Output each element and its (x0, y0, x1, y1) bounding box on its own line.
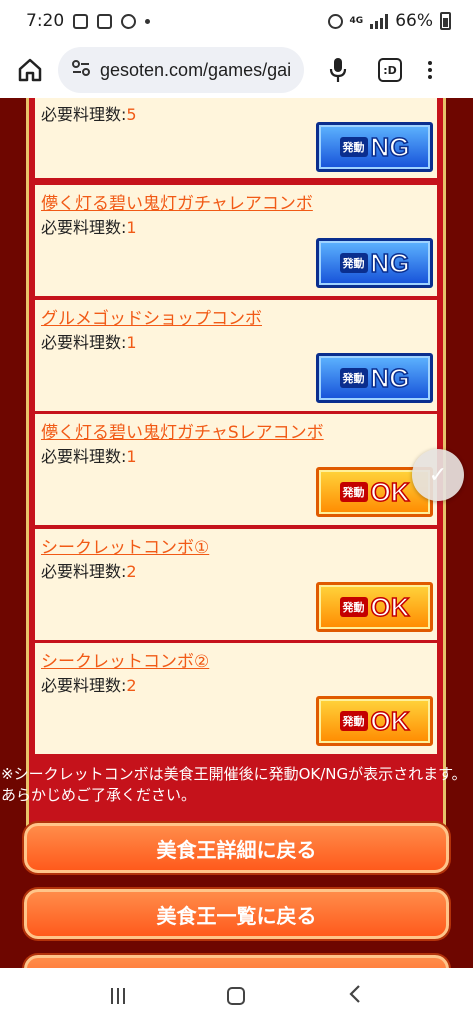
combo-title-link[interactable]: シークレットコンボ① (41, 533, 209, 558)
tabs-icon[interactable]: :D (378, 58, 402, 82)
combo-row: 必要料理数:5 発動 NG (35, 98, 437, 178)
signal-icon (370, 13, 389, 29)
combo-title-link[interactable]: 儚く灯る碧い鬼灯ガチャレアコンボ (41, 189, 313, 214)
required-count: 必要料理数:1 (41, 218, 137, 237)
back-icon[interactable] (348, 984, 362, 1008)
combo-row: 儚く灯る碧い鬼灯ガチャSレアコンボ 必要料理数:1 発動 OK (35, 414, 437, 525)
required-count: 必要料理数:1 (41, 333, 137, 352)
combo-row: シークレットコンボ② 必要料理数:2 発動 OK (35, 643, 437, 754)
status-badge-ng: 発動 NG (316, 238, 433, 288)
image-icon (73, 13, 89, 29)
combo-title-link[interactable]: シークレットコンボ② (41, 647, 209, 672)
required-count: 必要料理数:1 (41, 447, 137, 466)
combo-row: シークレットコンボ① 必要料理数:2 発動 OK (35, 529, 437, 640)
system-nav-bar (0, 968, 473, 1024)
combo-title-link[interactable]: 儚く灯る碧い鬼灯ガチャSレアコンボ (41, 418, 324, 443)
network-type: 4G (349, 15, 364, 26)
floating-action-icon[interactable]: ✓ (412, 449, 464, 501)
status-badge-ok: 発動 OK (316, 696, 433, 746)
status-bar: 7:20 4G 66% (0, 0, 473, 42)
home-icon[interactable] (16, 56, 44, 84)
status-time: 7:20 (26, 11, 65, 31)
combo-title-link[interactable]: グルメゴッドショップコンボ (41, 304, 262, 329)
chrome-icon (121, 13, 137, 29)
status-badge-ok: 発動 OK (316, 582, 433, 632)
combo-row: グルメゴッドショップコンボ 必要料理数:1 発動 NG (35, 300, 437, 411)
secret-combo-note: ※シークレットコンボは美食王開催後に発動OK/NGが表示されます。あらかじめご了… (1, 765, 467, 804)
news-icon (97, 13, 113, 29)
menu-icon[interactable] (428, 61, 432, 79)
web-content: 必要料理数:5 発動 NG 儚く灯る碧い鬼灯ガチャレアコンボ 必要料理数:1 発動… (0, 98, 473, 968)
status-badge-ng: 発動 NG (316, 122, 433, 172)
required-count: 必要料理数:5 (41, 105, 137, 124)
recent-apps-icon[interactable] (111, 988, 126, 1004)
browser-toolbar: gesoten.com/games/gai :D (0, 42, 473, 98)
back-to-detail-button[interactable]: 美食王詳細に戻る (24, 823, 449, 873)
battery-icon (440, 12, 451, 30)
alarm-icon (327, 13, 343, 29)
battery-percent: 66% (395, 11, 433, 31)
combo-list: 必要料理数:5 発動 NG 儚く灯る碧い鬼灯ガチャレアコンボ 必要料理数:1 発動… (26, 98, 446, 851)
mic-icon[interactable] (326, 55, 350, 85)
status-badge-ng: 発動 NG (316, 353, 433, 403)
required-count: 必要料理数:2 (41, 562, 137, 581)
combo-row: 儚く灯る碧い鬼灯ガチャレアコンボ 必要料理数:1 発動 NG (35, 185, 437, 296)
home-nav-icon[interactable] (227, 987, 246, 1005)
partial-button[interactable] (24, 955, 449, 968)
site-settings-icon[interactable] (72, 60, 90, 80)
address-bar[interactable]: gesoten.com/games/gai (58, 47, 304, 93)
required-count: 必要料理数:2 (41, 676, 137, 695)
notification-dot-icon (145, 18, 151, 24)
url-text: gesoten.com/games/gai (100, 59, 292, 80)
back-to-list-button[interactable]: 美食王一覧に戻る (24, 889, 449, 939)
